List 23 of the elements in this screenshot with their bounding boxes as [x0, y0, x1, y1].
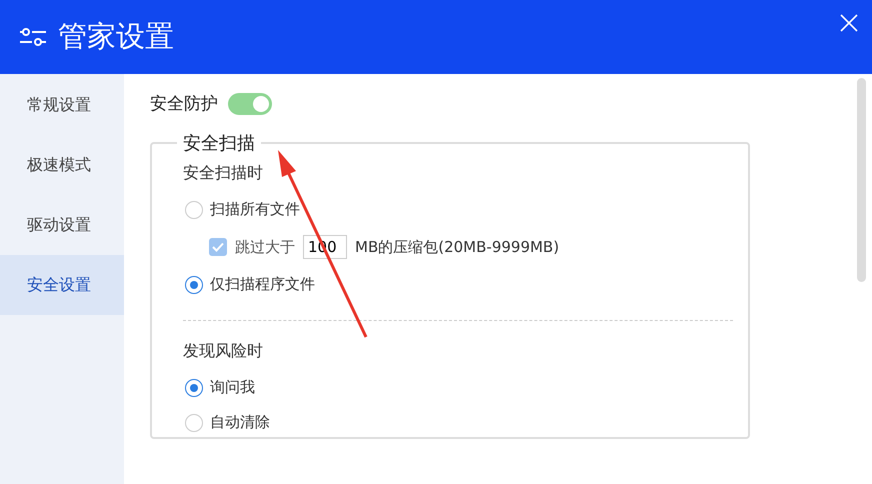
settings-icon: [18, 25, 48, 49]
option-label: 扫描所有文件: [210, 200, 300, 219]
group-title: 安全扫描时: [183, 163, 264, 184]
scrollbar[interactable]: [857, 78, 866, 282]
protection-label: 安全防护: [150, 93, 218, 115]
option-label: MB的压缩包(20MB-9999MB): [355, 238, 560, 256]
radio-button[interactable]: [185, 378, 203, 396]
sidebar-item[interactable]: 安全设置: [0, 255, 124, 315]
section-title: 安全扫描: [182, 132, 256, 155]
radio-button[interactable]: [185, 276, 203, 294]
window-title: 管家设置: [58, 18, 174, 55]
option-label: 询问我: [210, 378, 255, 397]
group-title: 发现风险时: [183, 341, 264, 362]
sidebar-item[interactable]: 极速模式: [0, 135, 124, 195]
option-label: 自动清除: [210, 413, 270, 432]
sidebar-item[interactable]: 常规设置: [0, 75, 124, 135]
option-label: 仅扫描程序文件: [210, 275, 315, 294]
option-label: 跳过大于: [235, 238, 295, 256]
radio-button[interactable]: [185, 414, 203, 432]
sidebar-item[interactable]: 驱动设置: [0, 195, 124, 255]
close-button[interactable]: [840, 14, 858, 32]
radio-button[interactable]: [185, 200, 203, 218]
toggle-switch[interactable]: [228, 92, 272, 114]
